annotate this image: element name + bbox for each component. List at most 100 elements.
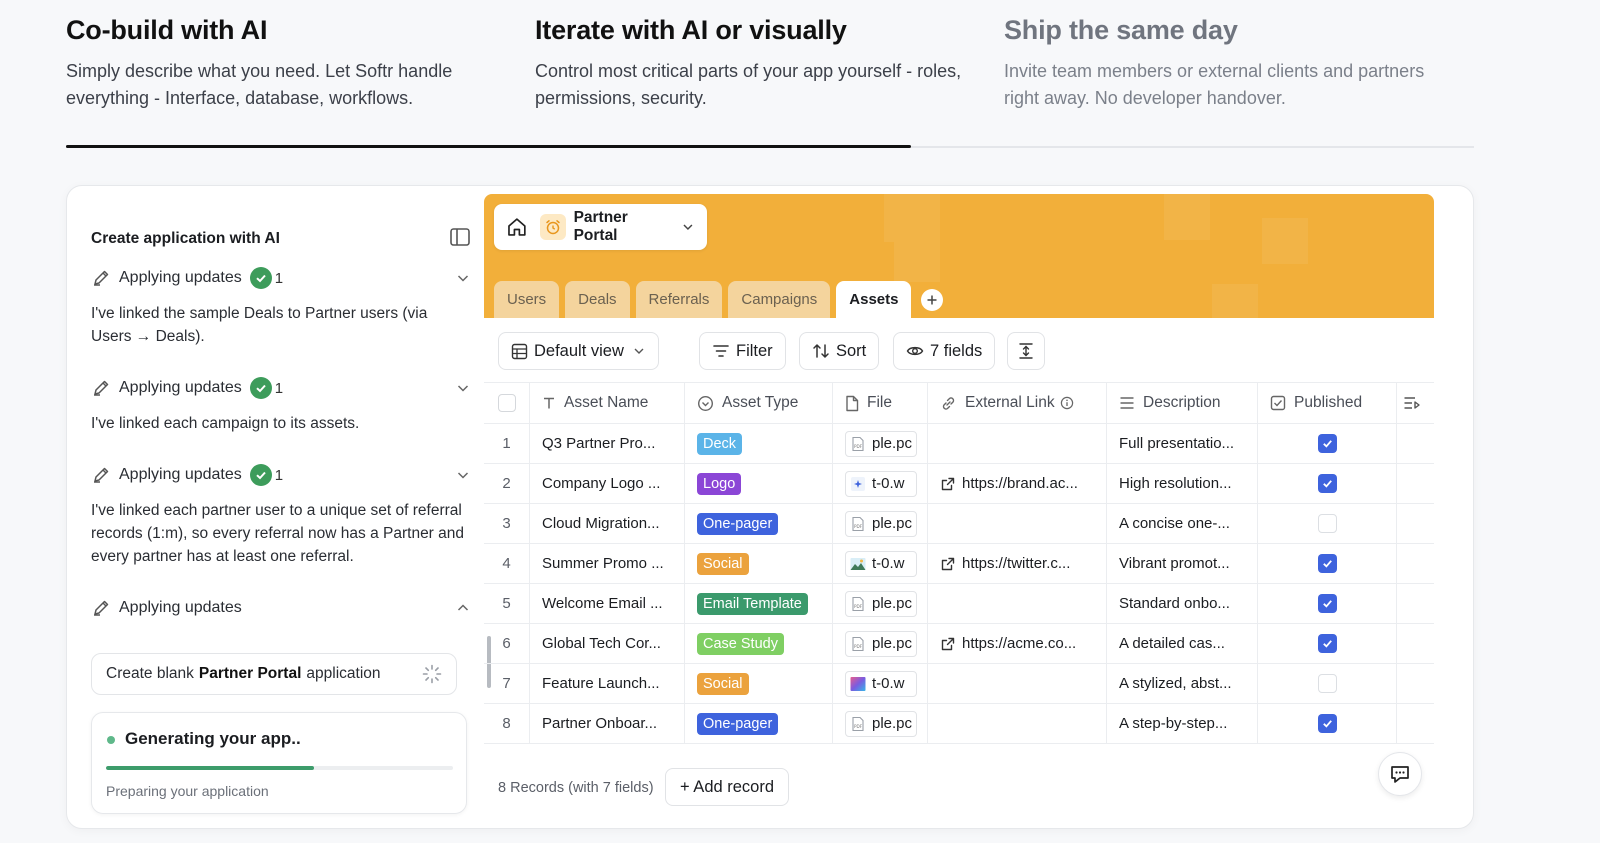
chevron-up-icon[interactable]	[455, 600, 471, 616]
info-icon[interactable]	[1060, 396, 1074, 410]
external-link-text[interactable]: https://brand.ac...	[962, 475, 1078, 492]
column-header-asset-name[interactable]: Asset Name	[529, 383, 684, 423]
published-checkbox[interactable]	[1317, 634, 1337, 653]
published-checkbox[interactable]	[1317, 594, 1337, 613]
sort-button[interactable]: Sort	[799, 332, 880, 370]
external-link-text[interactable]: https://acme.co...	[962, 635, 1076, 652]
published-cell[interactable]	[1257, 624, 1396, 663]
published-cell[interactable]	[1257, 504, 1396, 543]
row-height-button[interactable]	[1007, 332, 1045, 370]
asset-type-cell[interactable]: Case Study	[684, 624, 832, 663]
file-cell[interactable]: t-0.w	[832, 664, 927, 703]
external-link-cell[interactable]	[927, 424, 1106, 463]
update-header[interactable]: Applying updates 1	[91, 266, 471, 290]
table-row[interactable]: 3 Cloud Migration... One-pager PDF ple.pc A c…	[484, 504, 1434, 544]
table-row[interactable]: 7 Feature Launch... Social t-0.w A stylized,…	[484, 664, 1434, 704]
feature-cobuild[interactable]: Co-build with AI Simply describe what yo…	[66, 14, 496, 112]
asset-type-cell[interactable]: Email Template	[684, 584, 832, 623]
asset-type-cell[interactable]: One-pager	[684, 704, 832, 743]
table-row[interactable]: 2 Company Logo ... Logo t-0.w https://brand.…	[484, 464, 1434, 504]
description-cell[interactable]: Vibrant promot...	[1106, 544, 1257, 583]
description-cell[interactable]: A detailed cas...	[1106, 624, 1257, 663]
description-cell[interactable]: Full presentatio...	[1106, 424, 1257, 463]
description-cell[interactable]: Standard onbo...	[1106, 584, 1257, 623]
published-cell[interactable]	[1257, 464, 1396, 503]
description-cell[interactable]: A step-by-step...	[1106, 704, 1257, 743]
description-cell[interactable]: A stylized, abst...	[1106, 664, 1257, 703]
column-header-asset-type[interactable]: Asset Type	[684, 383, 832, 423]
column-header-file[interactable]: File	[832, 383, 927, 423]
tab-users[interactable]: Users	[494, 281, 560, 318]
published-cell[interactable]	[1257, 584, 1396, 623]
chevron-down-icon[interactable]	[455, 270, 471, 286]
published-checkbox[interactable]	[1317, 674, 1337, 693]
file-chip[interactable]: t-0.w	[845, 470, 917, 497]
asset-name-cell[interactable]: Partner Onboar...	[529, 704, 684, 743]
file-chip[interactable]: PDF ple.pc	[845, 590, 917, 617]
table-row[interactable]: 4 Summer Promo ... Social t-0.w https://twit…	[484, 544, 1434, 584]
asset-type-cell[interactable]: One-pager	[684, 504, 832, 543]
table-row[interactable]: 6 Global Tech Cor... Case Study PDF ple.pc ht…	[484, 624, 1434, 664]
asset-name-cell[interactable]: Cloud Migration...	[529, 504, 684, 543]
published-checkbox[interactable]	[1317, 434, 1337, 453]
asset-type-cell[interactable]: Logo	[684, 464, 832, 503]
add-record-button[interactable]: + Add record	[665, 768, 790, 806]
tab-referrals[interactable]: Referrals	[635, 281, 723, 318]
description-cell[interactable]: High resolution...	[1106, 464, 1257, 503]
table-row[interactable]: 8 Partner Onboar... One-pager PDF ple.pc A st…	[484, 704, 1434, 744]
fields-button[interactable]: 7 fields	[893, 332, 996, 370]
file-chip[interactable]: PDF ple.pc	[845, 710, 917, 737]
chevron-down-icon[interactable]	[455, 380, 471, 396]
published-checkbox[interactable]	[1317, 474, 1337, 493]
external-link-text[interactable]: https://twitter.c...	[962, 555, 1070, 572]
file-chip[interactable]: PDF ple.pc	[845, 430, 917, 457]
published-cell[interactable]	[1257, 704, 1396, 743]
published-checkbox[interactable]	[1317, 714, 1337, 733]
asset-type-cell[interactable]: Deck	[684, 424, 832, 463]
file-cell[interactable]: PDF ple.pc	[832, 584, 927, 623]
filter-button[interactable]: Filter	[699, 332, 786, 370]
published-checkbox[interactable]	[1317, 554, 1337, 573]
description-cell[interactable]: A concise one-...	[1106, 504, 1257, 543]
view-selector[interactable]: Default view	[498, 332, 659, 370]
asset-name-cell[interactable]: Welcome Email ...	[529, 584, 684, 623]
tab-assets[interactable]: Assets	[836, 281, 912, 318]
chevron-down-icon[interactable]	[455, 467, 471, 483]
column-header-published[interactable]: Published	[1257, 383, 1396, 423]
asset-name-cell[interactable]: Feature Launch...	[529, 664, 684, 703]
external-link-cell[interactable]	[927, 664, 1106, 703]
published-cell[interactable]	[1257, 544, 1396, 583]
asset-name-cell[interactable]: Global Tech Cor...	[529, 624, 684, 663]
file-cell[interactable]: t-0.w	[832, 464, 927, 503]
asset-name-cell[interactable]: Q3 Partner Pro...	[529, 424, 684, 463]
home-icon[interactable]	[506, 216, 528, 238]
update-header[interactable]: Applying updates	[91, 596, 471, 620]
update-header[interactable]: Applying updates 1	[91, 376, 471, 400]
external-link-cell[interactable]: https://twitter.c...	[927, 544, 1106, 583]
app-switcher[interactable]: Partner Portal	[494, 204, 707, 250]
update-header[interactable]: Applying updates 1	[91, 463, 471, 487]
asset-type-cell[interactable]: Social	[684, 664, 832, 703]
file-cell[interactable]: PDF ple.pc	[832, 704, 927, 743]
feature-ship[interactable]: Ship the same day Invite team members or…	[1004, 14, 1434, 112]
published-cell[interactable]	[1257, 664, 1396, 703]
external-link-cell[interactable]: https://brand.ac...	[927, 464, 1106, 503]
chat-button[interactable]	[1378, 752, 1422, 796]
column-header-description[interactable]: Description	[1106, 383, 1257, 423]
external-link-cell[interactable]: https://acme.co...	[927, 624, 1106, 663]
table-row[interactable]: 5 Welcome Email ... Email Template PDF ple.p…	[484, 584, 1434, 624]
add-column-icon[interactable]	[1403, 396, 1421, 410]
tab-deals[interactable]: Deals	[565, 281, 630, 318]
file-chip[interactable]: PDF ple.pc	[845, 630, 917, 657]
file-chip[interactable]: PDF ple.pc	[845, 510, 917, 537]
column-header-external-link[interactable]: External Link	[927, 383, 1106, 423]
add-tab-button[interactable]	[921, 289, 944, 311]
sidebar-toggle-icon[interactable]	[449, 227, 471, 247]
asset-name-cell[interactable]: Company Logo ...	[529, 464, 684, 503]
tab-campaigns[interactable]: Campaigns	[728, 281, 831, 318]
file-cell[interactable]: t-0.w	[832, 544, 927, 583]
file-cell[interactable]: PDF ple.pc	[832, 624, 927, 663]
add-column-cell[interactable]	[1396, 383, 1434, 423]
file-chip[interactable]: t-0.w	[845, 550, 917, 577]
select-all-checkbox[interactable]	[497, 394, 516, 412]
